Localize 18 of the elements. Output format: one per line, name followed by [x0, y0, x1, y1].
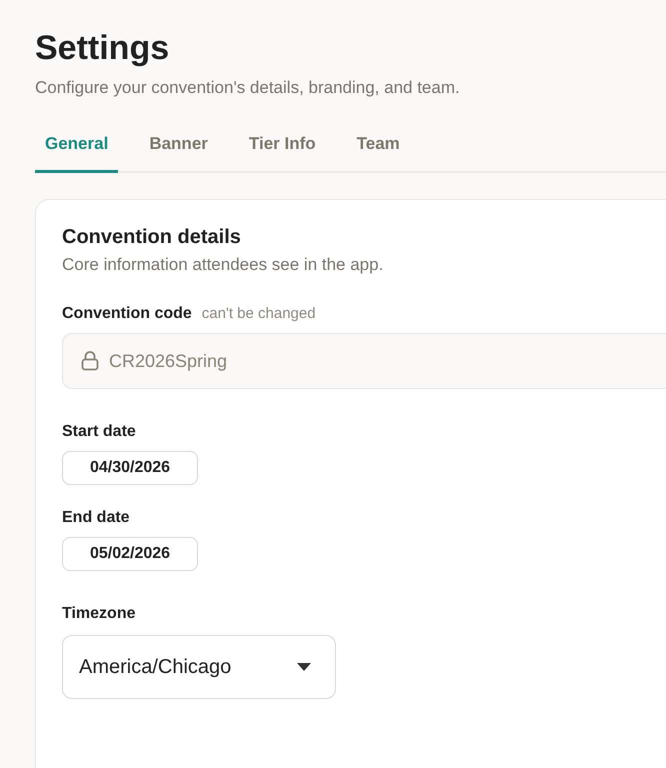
field-label: End date [62, 509, 131, 527]
lock-icon [81, 351, 99, 371]
field-hint: can't be changed [202, 305, 316, 322]
date-field[interactable]: 05/02/2026 [62, 537, 198, 571]
tab[interactable]: General [35, 126, 118, 173]
caret-icon [297, 663, 311, 671]
tab[interactable]: Team [346, 126, 410, 173]
section-subtitle: Core information attendees see in the app. [62, 255, 384, 275]
tab[interactable]: Tier Info [238, 126, 326, 173]
field-label: Timezone [62, 605, 136, 623]
page-subtitle: Configure your convention's details, branding, and team. [35, 78, 461, 98]
field-label: Convention code [62, 305, 192, 323]
field-label: Start date [62, 423, 137, 441]
tab[interactable]: Banner [139, 126, 218, 173]
section-title: Convention details [62, 226, 242, 249]
timezone-select[interactable]: America/Chicago [62, 635, 336, 699]
page-title: Settings [35, 28, 170, 69]
date-field[interactable]: 04/30/2026 [62, 451, 198, 485]
